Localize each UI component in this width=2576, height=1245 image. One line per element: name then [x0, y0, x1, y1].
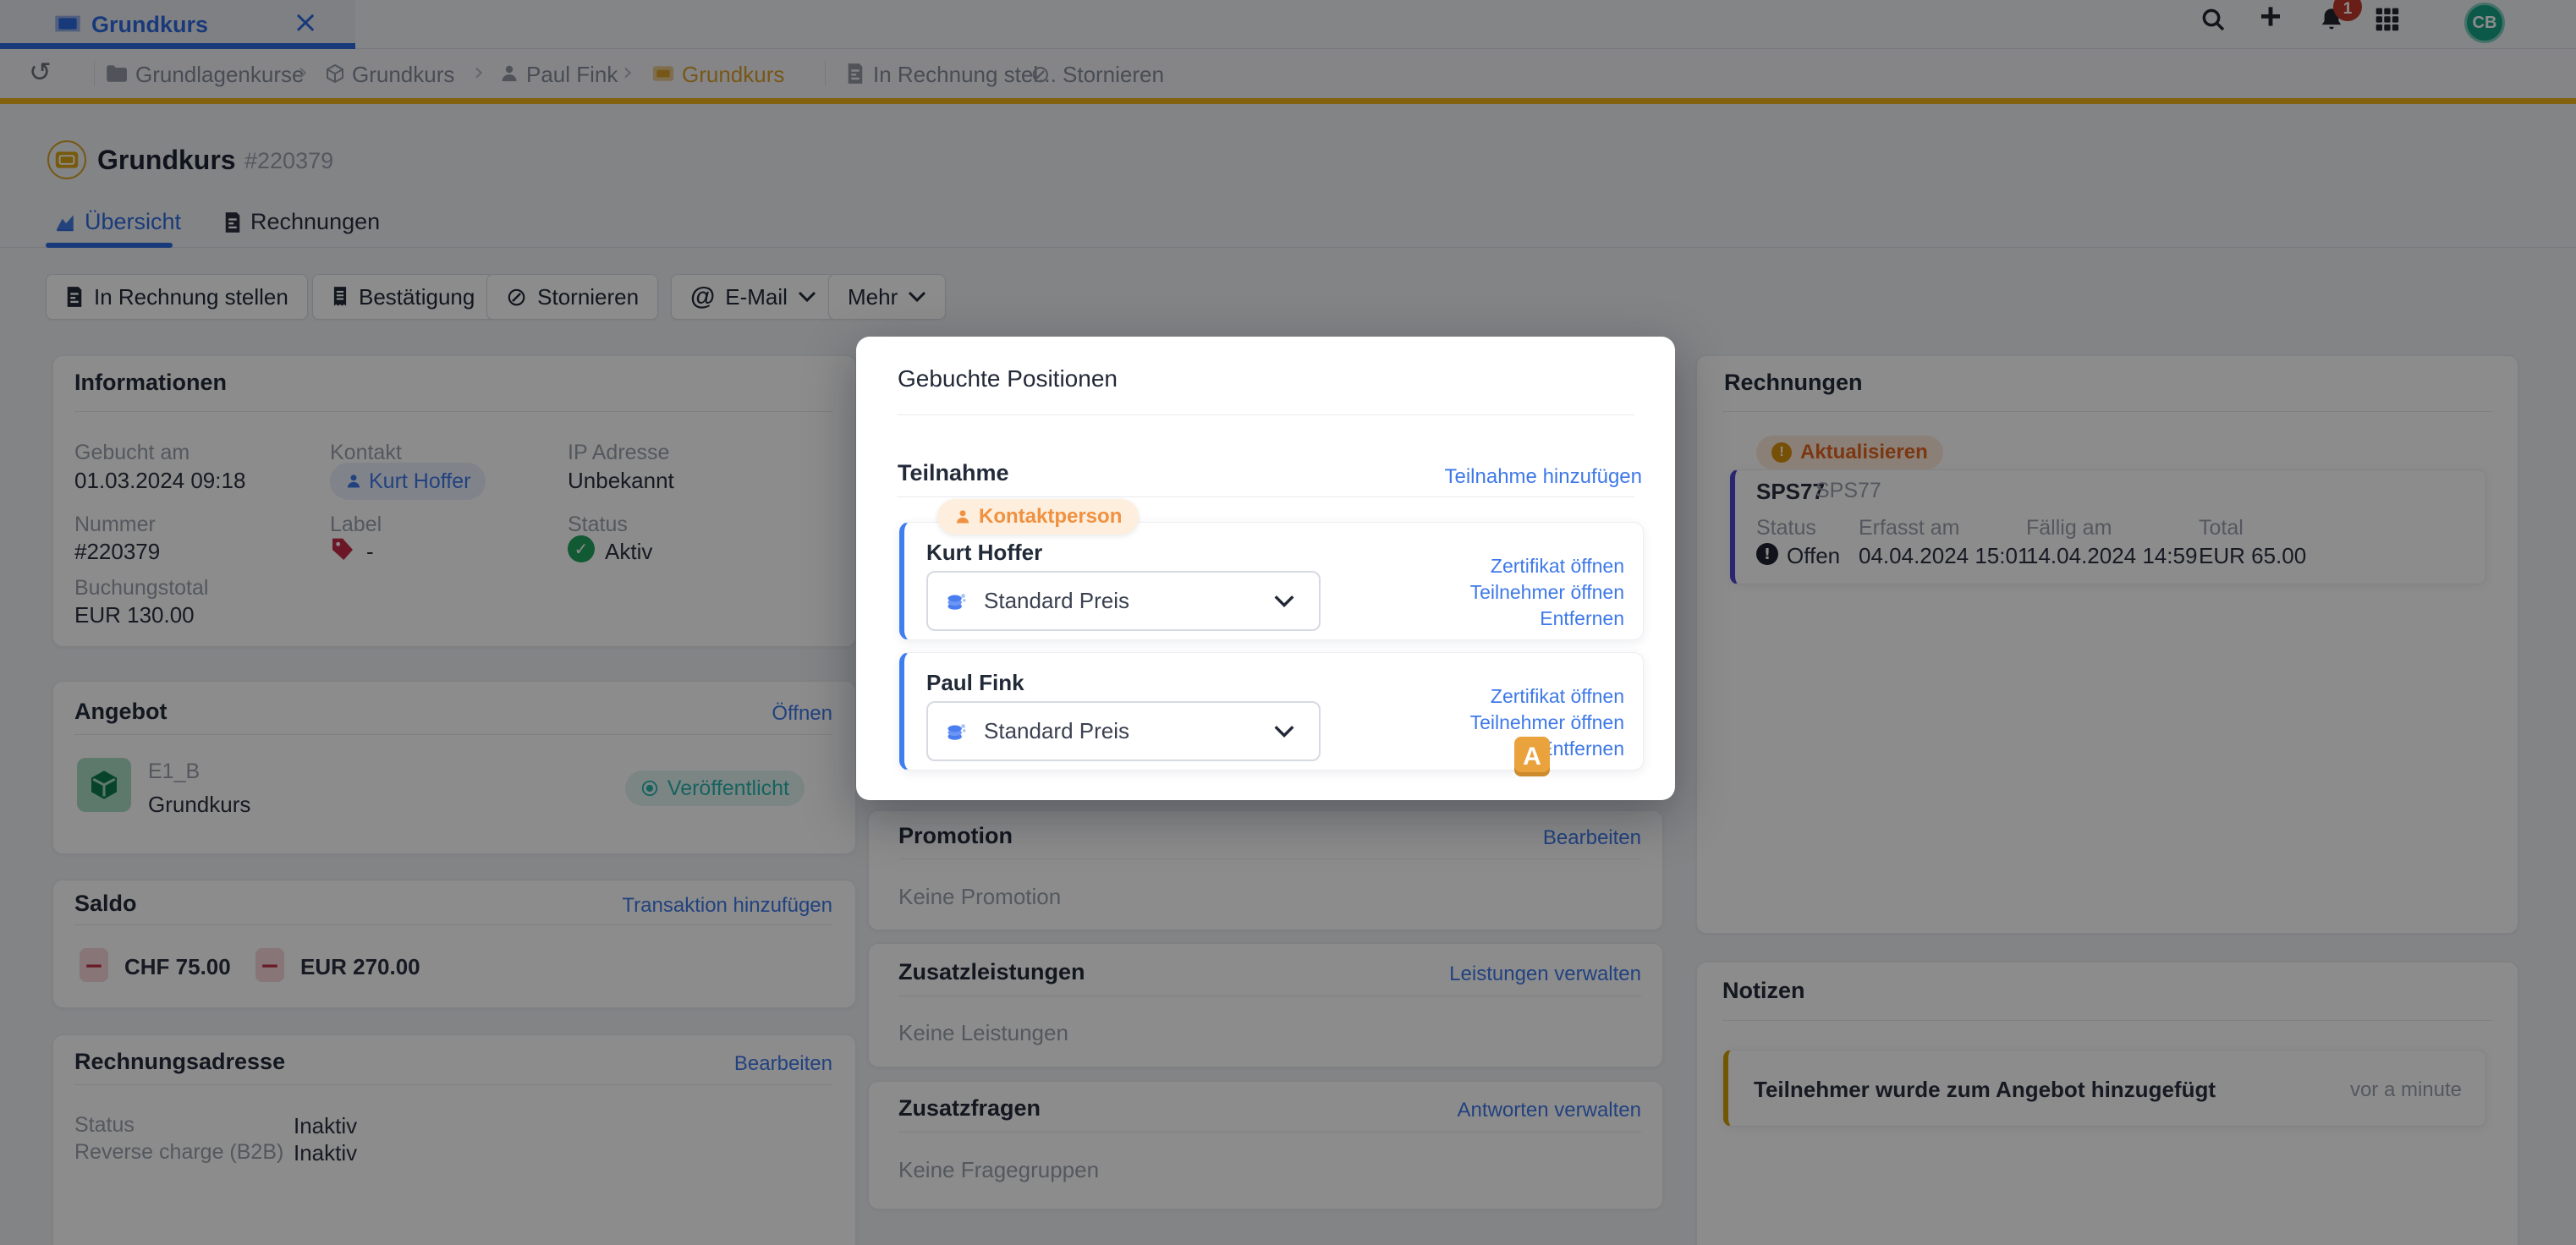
open-certificate-link[interactable]: Zertifikat öffnen	[1491, 555, 1624, 578]
participant-links: Zertifikat öffnen Teilnehmer öffnen Entf…	[1470, 555, 1624, 630]
participant-name: Paul Fink	[926, 670, 1024, 696]
chevron-down-icon	[1273, 595, 1295, 608]
chevron-down-icon	[1273, 725, 1295, 738]
coins-icon	[945, 720, 969, 743]
person-icon	[954, 508, 971, 525]
add-participation-link[interactable]: Teilnahme hinzufügen	[1445, 465, 1643, 489]
open-certificate-link[interactable]: Zertifikat öffnen	[1491, 685, 1624, 708]
remove-link[interactable]: Entfernen	[1540, 607, 1624, 630]
coins-icon	[945, 590, 969, 613]
open-participant-link[interactable]: Teilnehmer öffnen	[1470, 581, 1624, 604]
divider	[897, 496, 1634, 497]
modal-section-title: Teilnahme	[898, 460, 1009, 486]
modal-title: Gebuchte Positionen	[898, 365, 1118, 392]
remove-link[interactable]: Entfernen	[1540, 738, 1624, 760]
som-marker-a: A	[1514, 737, 1550, 776]
price-select[interactable]: Standard Preis	[926, 571, 1321, 631]
divider	[897, 414, 1634, 415]
open-participant-link[interactable]: Teilnehmer öffnen	[1470, 711, 1624, 734]
participant-card: Kurt Hoffer Standard Preis Zertifikat öf…	[899, 522, 1644, 640]
participant-name: Kurt Hoffer	[926, 540, 1042, 566]
gebuchte-positionen-modal: Gebuchte Positionen Teilnahme Teilnahme …	[856, 337, 1675, 800]
price-select[interactable]: Standard Preis	[926, 701, 1321, 761]
contact-person-badge: Kontaktperson	[937, 499, 1139, 535]
